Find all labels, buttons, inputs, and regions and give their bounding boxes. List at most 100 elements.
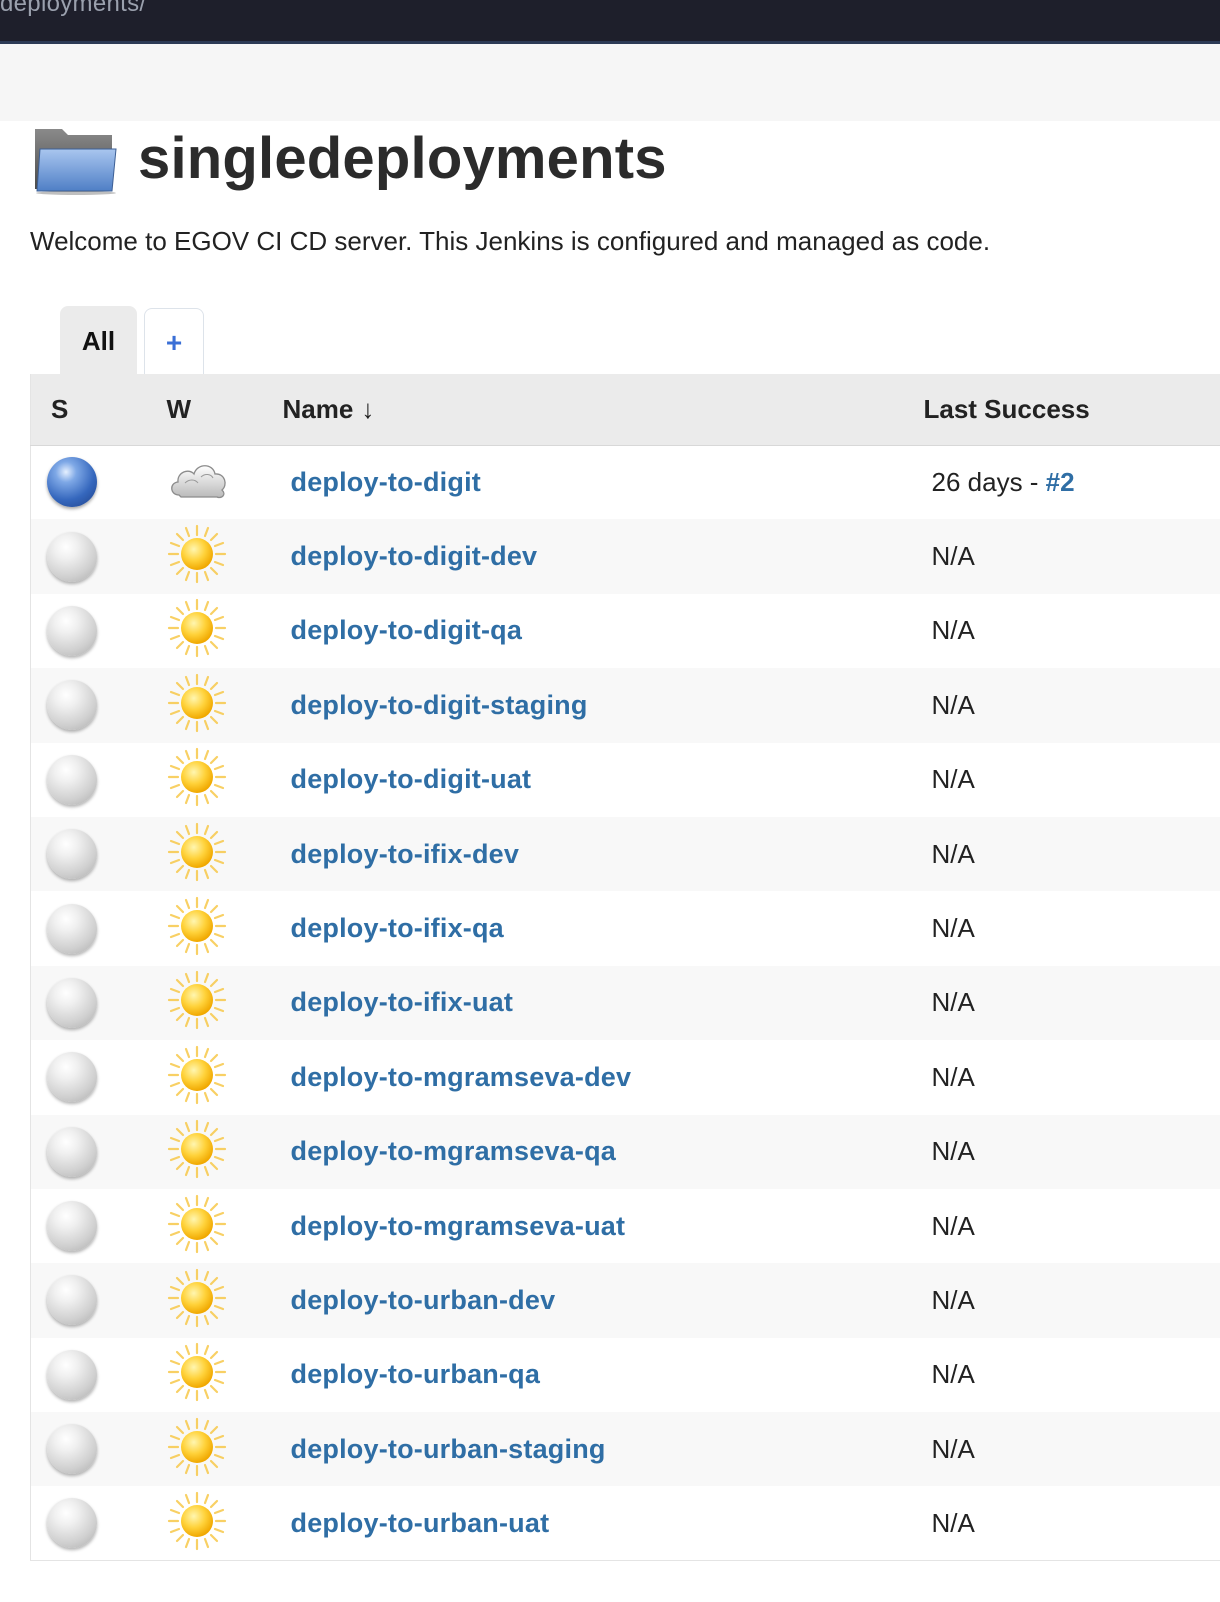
job-link[interactable]: deploy-to-digit-staging	[291, 690, 588, 720]
status-cell	[31, 1115, 151, 1189]
weather-cell	[151, 1412, 281, 1486]
status-notbuilt-ball-icon[interactable]	[47, 977, 97, 1028]
job-link[interactable]: deploy-to-ifix-uat	[291, 987, 514, 1017]
status-notbuilt-ball-icon[interactable]	[47, 1498, 97, 1549]
last-success-cell: N/A	[921, 1486, 1220, 1560]
status-cell	[31, 743, 151, 817]
job-link[interactable]: deploy-to-digit-qa	[291, 615, 523, 645]
last-success-text: N/A	[931, 615, 975, 646]
top-bar: deployments/	[0, 0, 1220, 44]
name-cell: deploy-to-urban-staging	[281, 1412, 921, 1486]
header-weather[interactable]: W	[150, 374, 281, 446]
job-link[interactable]: deploy-to-urban-staging	[291, 1434, 606, 1464]
name-cell: deploy-to-digit-staging	[281, 668, 921, 742]
status-notbuilt-ball-icon[interactable]	[47, 829, 97, 880]
status-success-ball-icon[interactable]	[47, 457, 97, 508]
last-success-cell: 26 days - #2	[921, 445, 1220, 519]
last-success-text: N/A	[931, 1136, 975, 1167]
last-success-text: N/A	[931, 1284, 975, 1315]
last-success-cell: N/A	[921, 519, 1220, 593]
cloud-weather-icon	[167, 455, 281, 510]
status-notbuilt-ball-icon[interactable]	[47, 1349, 97, 1400]
folder-icon	[32, 121, 118, 195]
status-notbuilt-ball-icon[interactable]	[47, 1126, 97, 1177]
sun-weather-icon	[167, 1119, 281, 1184]
sun-weather-icon	[167, 524, 281, 589]
weather-cell	[151, 1486, 281, 1560]
name-cell: deploy-to-digit-qa	[281, 594, 921, 668]
status-notbuilt-ball-icon[interactable]	[47, 1424, 97, 1475]
status-cell	[31, 1412, 151, 1486]
weather-cell	[151, 891, 281, 965]
job-link[interactable]: deploy-to-digit-uat	[291, 764, 532, 794]
last-success-cell: N/A	[921, 594, 1220, 668]
sun-weather-icon	[167, 673, 281, 738]
job-link[interactable]: deploy-to-mgramseva-dev	[291, 1062, 632, 1092]
name-cell: deploy-to-ifix-uat	[281, 966, 921, 1040]
header-name-label: Name	[282, 393, 354, 424]
status-cell	[31, 594, 151, 668]
status-notbuilt-ball-icon[interactable]	[47, 605, 97, 656]
name-cell: deploy-to-urban-dev	[281, 1263, 921, 1337]
sun-weather-icon	[167, 970, 281, 1035]
table-row: deploy-to-urban-uat N/A	[30, 1486, 1220, 1561]
sun-weather-icon	[167, 1342, 281, 1407]
last-success-text: 26 days -	[931, 466, 1046, 497]
header-status[interactable]: S	[30, 374, 151, 446]
name-cell: deploy-to-digit	[281, 445, 921, 519]
last-success-cell: N/A	[921, 817, 1220, 891]
job-link[interactable]: deploy-to-mgramseva-qa	[291, 1136, 616, 1166]
status-cell	[31, 1338, 151, 1412]
status-notbuilt-ball-icon[interactable]	[47, 1201, 97, 1252]
table-row: deploy-to-ifix-dev N/A	[30, 816, 1220, 892]
sort-down-icon: ↓	[361, 393, 375, 424]
add-view-button[interactable]: +	[144, 308, 204, 376]
last-success-text: N/A	[931, 1433, 975, 1464]
last-success-cell: N/A	[921, 891, 1220, 965]
name-cell: deploy-to-mgramseva-uat	[281, 1189, 921, 1263]
job-link[interactable]: deploy-to-ifix-qa	[291, 913, 504, 943]
weather-cell	[151, 817, 281, 891]
job-link[interactable]: deploy-to-ifix-dev	[291, 839, 520, 869]
tab-all[interactable]: All	[60, 306, 137, 376]
job-link[interactable]: deploy-to-urban-dev	[291, 1285, 556, 1315]
weather-cell	[151, 1115, 281, 1189]
job-link[interactable]: deploy-to-urban-qa	[291, 1359, 541, 1389]
table-row: deploy-to-mgramseva-uat N/A	[30, 1188, 1220, 1264]
weather-cell	[151, 1263, 281, 1337]
status-cell	[31, 966, 151, 1040]
header-last-success[interactable]: Last Success	[920, 374, 1220, 446]
sub-header-bar	[0, 44, 1220, 121]
last-success-cell: N/A	[921, 668, 1220, 742]
breadcrumb[interactable]: deployments/	[0, 0, 146, 18]
job-link[interactable]: deploy-to-digit	[291, 467, 481, 497]
header-name[interactable]: Name ↓	[280, 374, 921, 446]
status-cell	[31, 817, 151, 891]
status-cell	[31, 1040, 151, 1114]
sun-weather-icon	[167, 1194, 281, 1259]
last-success-cell: N/A	[921, 1412, 1220, 1486]
last-success-text: N/A	[931, 689, 975, 720]
table-row: deploy-to-digit-uat N/A	[30, 742, 1220, 817]
status-notbuilt-ball-icon[interactable]	[47, 903, 97, 954]
status-notbuilt-ball-icon[interactable]	[47, 680, 97, 731]
table-row: deploy-to-urban-dev N/A	[30, 1263, 1220, 1338]
status-notbuilt-ball-icon[interactable]	[47, 1052, 97, 1103]
status-notbuilt-ball-icon[interactable]	[47, 531, 97, 582]
status-notbuilt-ball-icon[interactable]	[47, 1275, 97, 1326]
job-link[interactable]: deploy-to-digit-dev	[291, 541, 538, 571]
job-link[interactable]: deploy-to-urban-uat	[291, 1508, 550, 1538]
name-cell: deploy-to-ifix-dev	[281, 817, 921, 891]
sun-weather-icon	[167, 747, 281, 812]
weather-cell	[151, 1338, 281, 1412]
name-cell: deploy-to-digit-uat	[281, 743, 921, 817]
table-row: deploy-to-ifix-uat N/A	[30, 965, 1220, 1041]
page-description: Welcome to EGOV CI CD server. This Jenki…	[30, 226, 991, 256]
table-row: deploy-to-digit-staging N/A	[30, 668, 1220, 743]
last-success-text: N/A	[931, 1210, 975, 1241]
weather-cell	[151, 1189, 281, 1263]
build-link[interactable]: #2	[1046, 467, 1075, 497]
status-notbuilt-ball-icon[interactable]	[47, 754, 97, 805]
job-link[interactable]: deploy-to-mgramseva-uat	[291, 1211, 626, 1241]
table-row: deploy-to-urban-qa N/A	[30, 1337, 1220, 1413]
